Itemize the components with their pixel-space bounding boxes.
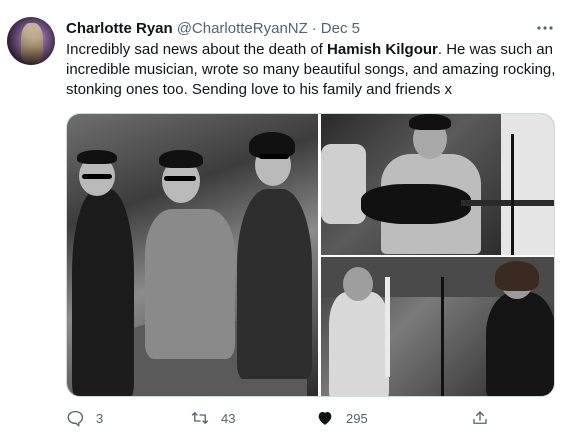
person-left xyxy=(72,189,134,396)
heart-icon xyxy=(318,411,332,425)
tweet-text-before: Incredibly sad news about the death of xyxy=(66,41,328,58)
like-button[interactable]: 295 xyxy=(316,408,368,428)
person-left-studio xyxy=(329,292,389,396)
band-photo[interactable] xyxy=(67,114,318,396)
retweet-icon xyxy=(191,412,209,424)
tweet-text: Incredibly sad news about the death of H… xyxy=(66,40,556,100)
mic-stand xyxy=(511,134,514,255)
like-count: 295 xyxy=(346,410,368,426)
person-middle xyxy=(145,209,235,359)
studio-photo[interactable] xyxy=(321,257,554,396)
author-name[interactable]: Charlotte Ryan xyxy=(66,20,173,37)
tweet-text-bold: Hamish Kilgour xyxy=(327,41,438,58)
tweet-date[interactable]: Dec 5 xyxy=(321,20,360,37)
person-right xyxy=(237,189,312,379)
reply-count: 3 xyxy=(96,410,104,426)
more-icon[interactable] xyxy=(535,18,555,38)
retweet-count: 43 xyxy=(221,410,236,426)
separator-dot: · xyxy=(311,19,317,37)
share-icon xyxy=(473,411,487,424)
instrument-neck xyxy=(385,277,390,377)
more-icon-glyph xyxy=(537,26,553,30)
hair-middle xyxy=(159,150,203,168)
guitarist-hair xyxy=(409,114,451,130)
avatar[interactable] xyxy=(7,17,55,65)
glasses-left xyxy=(82,174,112,179)
retweet-button[interactable]: 43 xyxy=(191,408,235,428)
reply-icon xyxy=(67,410,84,427)
reply-button[interactable]: 3 xyxy=(66,408,103,428)
share-button[interactable] xyxy=(471,408,489,428)
guitar-neck xyxy=(461,200,554,206)
glasses-right xyxy=(259,154,289,159)
author-handle[interactable]: @CharlotteRyanNZ xyxy=(177,20,308,37)
tweet-header: Charlotte Ryan @CharlotteRyanNZ · Dec 5 xyxy=(66,18,360,38)
window-light xyxy=(501,114,554,255)
head-left-studio xyxy=(343,267,373,301)
cap-left xyxy=(77,150,117,164)
media-grid xyxy=(66,113,555,397)
tweet-actions: 3 43 295 xyxy=(66,408,556,428)
guitarist-photo[interactable] xyxy=(321,114,554,255)
guitar-body xyxy=(361,184,471,224)
glasses-middle xyxy=(164,176,196,181)
studio-mic-stand xyxy=(441,277,444,396)
person-right-studio xyxy=(486,292,554,396)
hair-right-studio xyxy=(495,261,539,291)
white-jacket xyxy=(321,144,366,224)
